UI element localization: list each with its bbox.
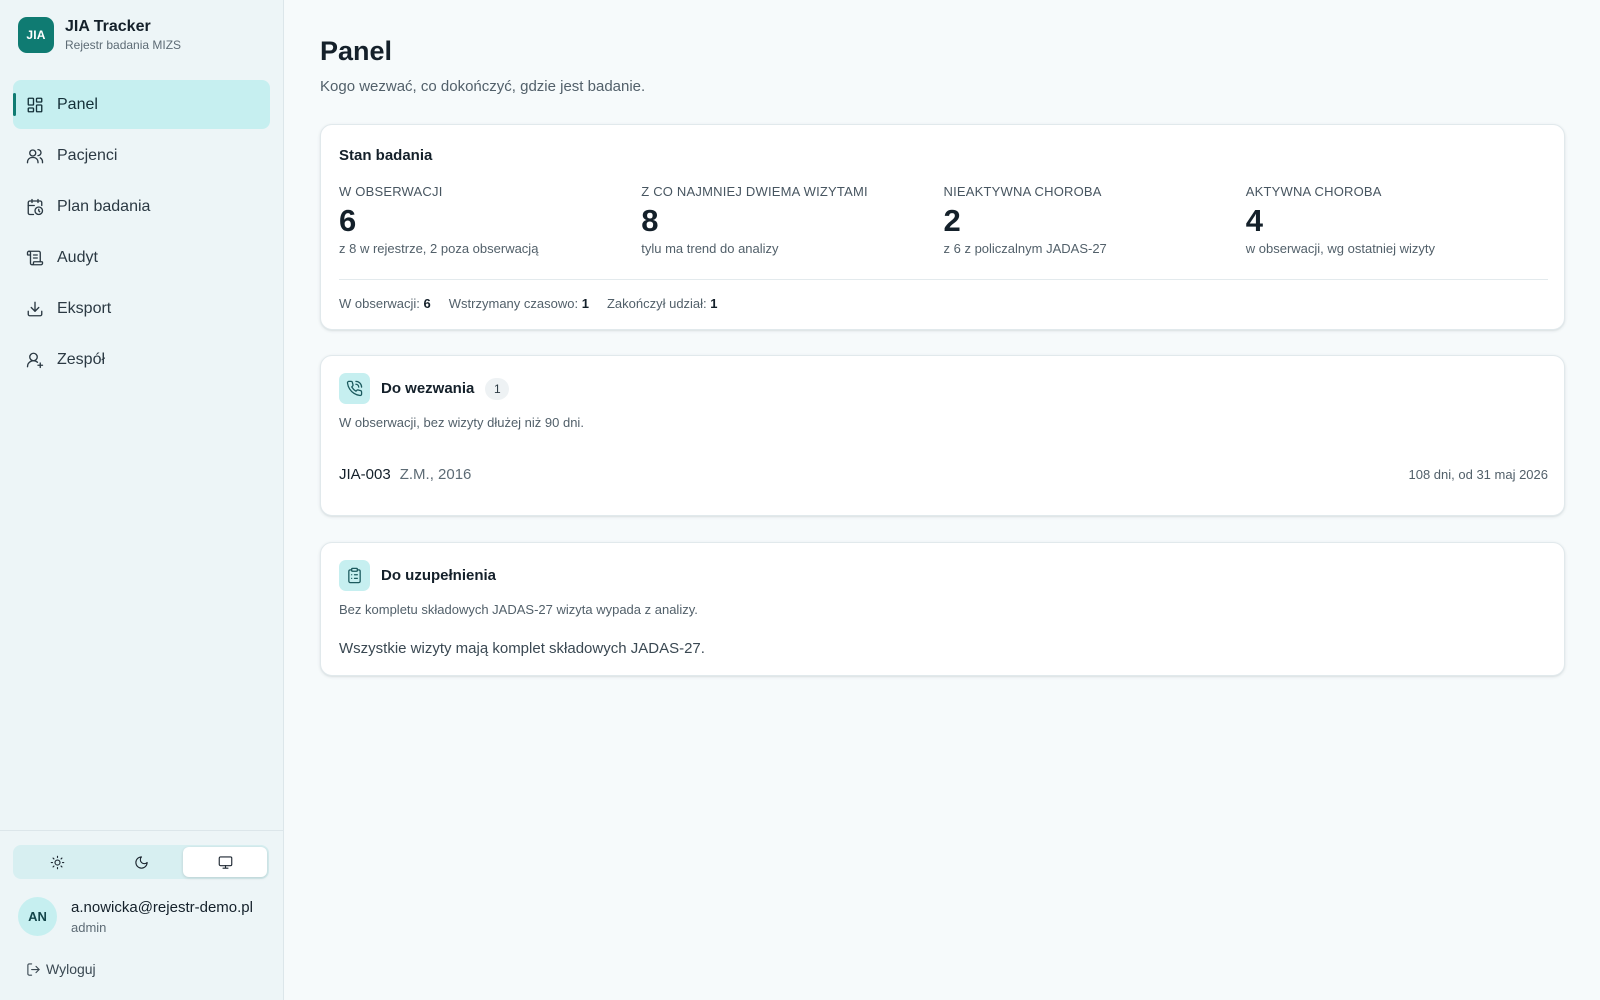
card-description: W obserwacji, bez wizyty dłużej niż 90 d… [339, 415, 584, 430]
stat-in-observation: W OBSERWACJI 6 z 8 w rejestrze, 2 poza o… [339, 184, 641, 257]
phone-call-icon [346, 380, 363, 397]
status-label: Wstrzymany czasowo: [448, 296, 579, 311]
user-role: admin [71, 919, 107, 935]
user-profile[interactable]: AN a.nowicka@rejestr-demo.pl admin [18, 897, 253, 936]
patient-info: Z.M., 2016 [399, 466, 472, 483]
nav-item-pacjenci[interactable]: Pacjenci [13, 131, 270, 180]
status-label: W obserwacji: [339, 296, 420, 311]
sidebar: JIA JIA Tracker Rejestr badania MIZS Pan… [0, 0, 284, 1000]
nav-label: Panel [57, 95, 98, 113]
study-status-card: Stan badania W OBSERWACJI 6 z 8 w rejest… [320, 124, 1565, 330]
stat-note: tylu ma trend do analizy [641, 241, 779, 256]
card-header: Do wezwania 1 [339, 373, 510, 404]
logout-label: Wyloguj [46, 961, 96, 977]
card-title: Do wezwania [381, 380, 475, 397]
user-info: a.nowicka@rejestr-demo.pl admin [71, 898, 253, 936]
stat-inactive-disease: NIEAKTYWNA CHOROBA 2 z 6 z policzalnym J… [944, 184, 1246, 257]
stat-label: AKTYWNA CHOROBA [1245, 184, 1382, 199]
stat-label: W OBSERWACJI [339, 184, 443, 199]
status-count: 1 [581, 296, 589, 311]
stat-label: NIEAKTYWNA CHOROBA [943, 184, 1102, 199]
theme-system-button[interactable] [183, 847, 267, 877]
page-title: Panel [320, 36, 393, 66]
patient-days-since-visit: 108 dni, od 31 maj 2026 [1408, 467, 1549, 482]
sidebar-footer: AN a.nowicka@rejestr-demo.pl admin Wylog… [0, 830, 283, 1000]
status-count: 6 [423, 296, 431, 311]
nav-label: Eksport [57, 299, 112, 317]
main-nav: Panel Pacjenci Plan badania Audyt Ekspor… [13, 80, 270, 386]
card-icon-box [339, 373, 370, 404]
status-label: Zakończył udział: [606, 296, 707, 311]
app-subtitle: Rejestr badania MIZS [65, 38, 182, 52]
nav-item-zespol[interactable]: Zespół [13, 335, 270, 384]
divider [339, 279, 1548, 280]
theme-light-button[interactable] [15, 847, 99, 877]
card-title: Do uzupełnienia [381, 567, 497, 584]
nav-item-panel[interactable]: Panel [13, 80, 270, 129]
stat-value: 4 [1245, 203, 1263, 238]
status-breakdown: W obserwacji: 6 Wstrzymany czasowo: 1 Za… [339, 296, 736, 311]
patient-id[interactable]: JIA-003 [339, 466, 391, 483]
stat-active-disease: AKTYWNA CHOROBA 4 w obserwacji, wg ostat… [1246, 184, 1548, 257]
patient-row[interactable]: JIA-003 Z.M., 2016 108 dni, od 31 maj 20… [339, 466, 1548, 483]
user-icon [26, 352, 44, 368]
nav-item-eksport[interactable]: Eksport [13, 284, 270, 333]
theme-dark-button[interactable] [99, 847, 183, 877]
clipboard-list-icon [348, 567, 361, 584]
users-icon [26, 148, 44, 163]
brand-text: JIA Tracker Rejestr badania MIZS [65, 17, 181, 53]
nav-item-plan-badania[interactable]: Plan badania [13, 182, 270, 231]
stat-two-visits: Z CO NAJMNIEJ DWIEMA WIZYTAMI 8 tylu ma … [641, 184, 943, 257]
stat-note: w obserwacji, wg ostatniej wizyty [1245, 241, 1436, 256]
stats-row: W OBSERWACJI 6 z 8 w rejestrze, 2 poza o… [339, 184, 1548, 257]
app-title: JIA Tracker [65, 18, 151, 35]
stat-note: z 8 w rejestrze, 2 poza obserwacją [339, 241, 539, 256]
status-item: W obserwacji: 6 [339, 296, 431, 311]
stat-value: 2 [943, 203, 961, 238]
nav-label: Plan badania [57, 197, 151, 215]
nav-item-audyt[interactable]: Audyt [13, 233, 270, 282]
brand[interactable]: JIA JIA Tracker Rejestr badania MIZS [18, 17, 181, 53]
scroll-icon [26, 250, 44, 265]
card-icon-box [339, 560, 370, 591]
dashboard-icon [27, 97, 43, 112]
count-badge: 1 [485, 377, 510, 400]
sun-icon [50, 855, 64, 869]
stat-label: Z CO NAJMNIEJ DWIEMA WIZYTAMI [641, 184, 868, 199]
logout-button[interactable]: Wyloguj [26, 961, 96, 977]
card-header: Do uzupełnienia [339, 560, 496, 591]
empty-state-message: Wszystkie wizyty mają komplet składowych… [339, 640, 705, 657]
stat-value: 8 [641, 203, 659, 238]
nav-label: Audyt [57, 248, 98, 266]
logout-icon [27, 962, 40, 976]
stat-value: 6 [339, 203, 357, 238]
to-complete-card: Do uzupełnienia Bez kompletu składowych … [320, 542, 1565, 676]
status-item: Zakończył udział: 1 [607, 296, 718, 311]
status-item: Wstrzymany czasowo: 1 [449, 296, 589, 311]
to-call-card: Do wezwania 1 W obserwacji, bez wizyty d… [320, 355, 1565, 516]
status-count: 1 [710, 296, 718, 311]
app-logo: JIA [18, 17, 54, 53]
nav-label: Zespół [57, 350, 106, 368]
page-subtitle: Kogo wezwać, co dokończyć, gdzie jest ba… [320, 78, 646, 95]
download-icon [27, 301, 43, 316]
stat-note: z 6 z policzalnym JADAS-27 [943, 241, 1107, 256]
theme-switch [13, 845, 269, 879]
card-description: Bez kompletu składowych JADAS-27 wizyta … [339, 602, 698, 617]
user-email: a.nowicka@rejestr-demo.pl [71, 898, 253, 916]
calendar-clock-icon [27, 198, 44, 215]
card-title: Stan badania [339, 147, 433, 164]
nav-label: Pacjenci [57, 146, 118, 164]
monitor-icon [218, 855, 232, 869]
avatar: AN [18, 897, 57, 936]
moon-icon [134, 855, 148, 869]
